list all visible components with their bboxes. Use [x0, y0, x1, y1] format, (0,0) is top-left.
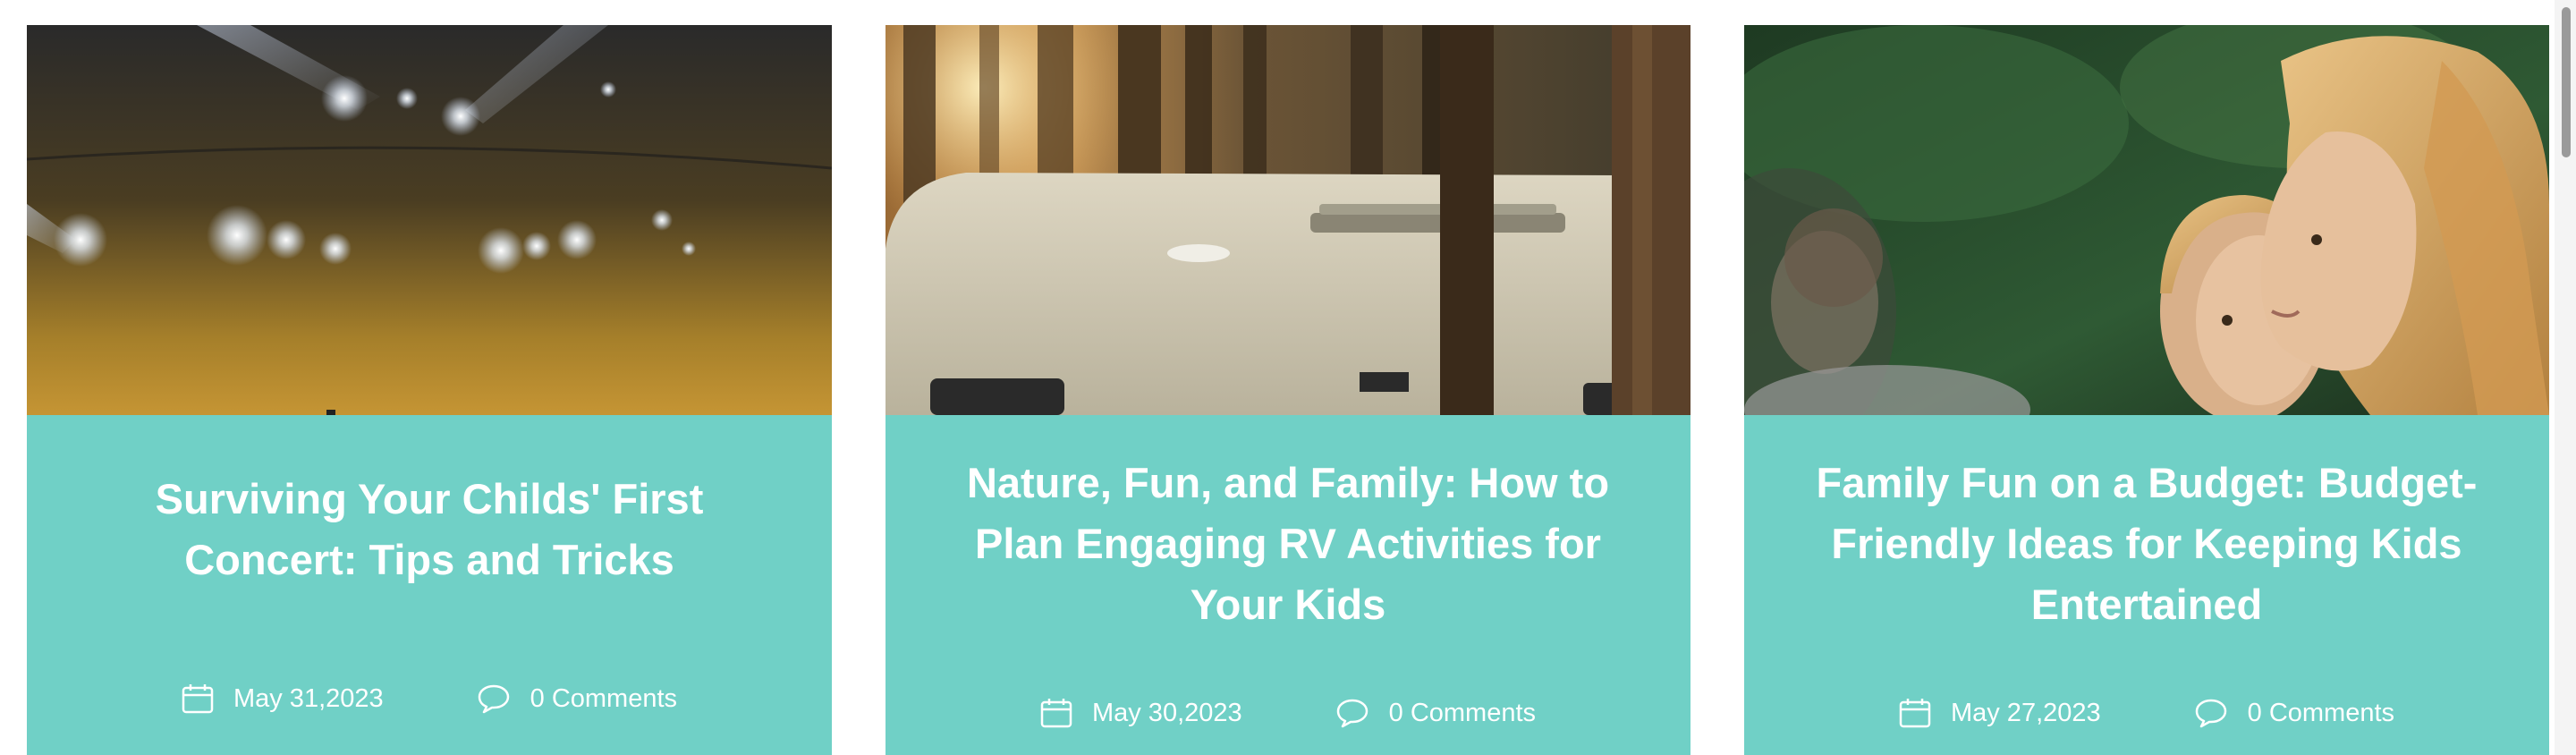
card-title[interactable]: Family Fun on a Budget: Budget-Friendly …	[1798, 453, 2496, 635]
concert-photo-icon	[27, 25, 832, 415]
post-date: May 31,2023	[233, 683, 384, 713]
comment-count[interactable]: 0 Comments	[2248, 699, 2394, 728]
comments-meta[interactable]: 0 Comments	[1335, 698, 1536, 728]
card-body: Nature, Fun, and Family: How to Plan Eng…	[886, 415, 1690, 755]
card-body: Surviving Your Childs' First Concert: Ti…	[27, 415, 832, 755]
comments-meta[interactable]: 0 Comments	[2194, 698, 2394, 728]
card-image[interactable]	[27, 25, 832, 415]
card-meta: May 27,2023 0 Comments	[1744, 698, 2549, 728]
comment-icon	[2195, 699, 2226, 728]
card-image[interactable]	[886, 25, 1690, 415]
family-photo-icon	[1744, 25, 2549, 415]
card-title[interactable]: Surviving Your Childs' First Concert: Ti…	[80, 469, 778, 590]
card-title[interactable]: Nature, Fun, and Family: How to Plan Eng…	[939, 453, 1637, 635]
scrollbar-thumb[interactable]	[2562, 7, 2571, 157]
card-image[interactable]	[1744, 25, 2549, 415]
rv-forest-photo-icon	[886, 25, 1690, 415]
date-meta: May 31,2023	[182, 683, 384, 714]
post-date: May 27,2023	[1950, 698, 2101, 727]
comment-count[interactable]: 0 Comments	[1389, 699, 1536, 728]
post-date: May 30,2023	[1091, 698, 1242, 727]
comment-count[interactable]: 0 Comments	[530, 684, 677, 714]
card-body: Family Fun on a Budget: Budget-Friendly …	[1744, 415, 2549, 755]
card-meta: May 31,2023 0 Comments	[27, 683, 832, 714]
card-meta: May 30,2023 0 Comments	[886, 698, 1690, 728]
comment-icon	[478, 684, 509, 714]
calendar-icon	[1899, 699, 1931, 728]
blog-card[interactable]: Surviving Your Childs' First Concert: Ti…	[27, 25, 832, 755]
date-meta: May 30,2023	[1040, 698, 1242, 728]
calendar-icon	[1040, 699, 1072, 728]
comment-icon	[1336, 699, 1368, 728]
blog-card[interactable]: Nature, Fun, and Family: How to Plan Eng…	[886, 25, 1690, 755]
vertical-scrollbar[interactable]	[2555, 0, 2576, 755]
comments-meta[interactable]: 0 Comments	[477, 683, 677, 714]
blog-card[interactable]: Family Fun on a Budget: Budget-Friendly …	[1744, 25, 2549, 755]
date-meta: May 27,2023	[1899, 698, 2101, 728]
calendar-icon	[182, 684, 214, 714]
